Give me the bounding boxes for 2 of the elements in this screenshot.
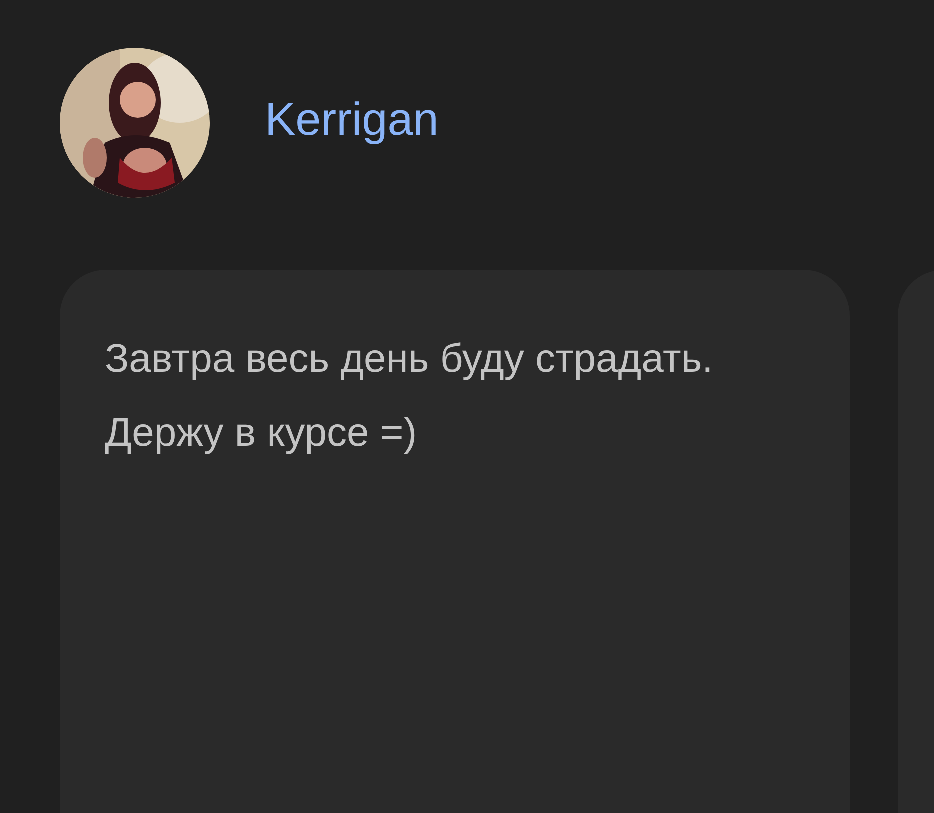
- message-text: Завтра весь день буду страдать. Держу в курсе =): [105, 336, 714, 457]
- author-name[interactable]: Kerrigan: [265, 92, 439, 146]
